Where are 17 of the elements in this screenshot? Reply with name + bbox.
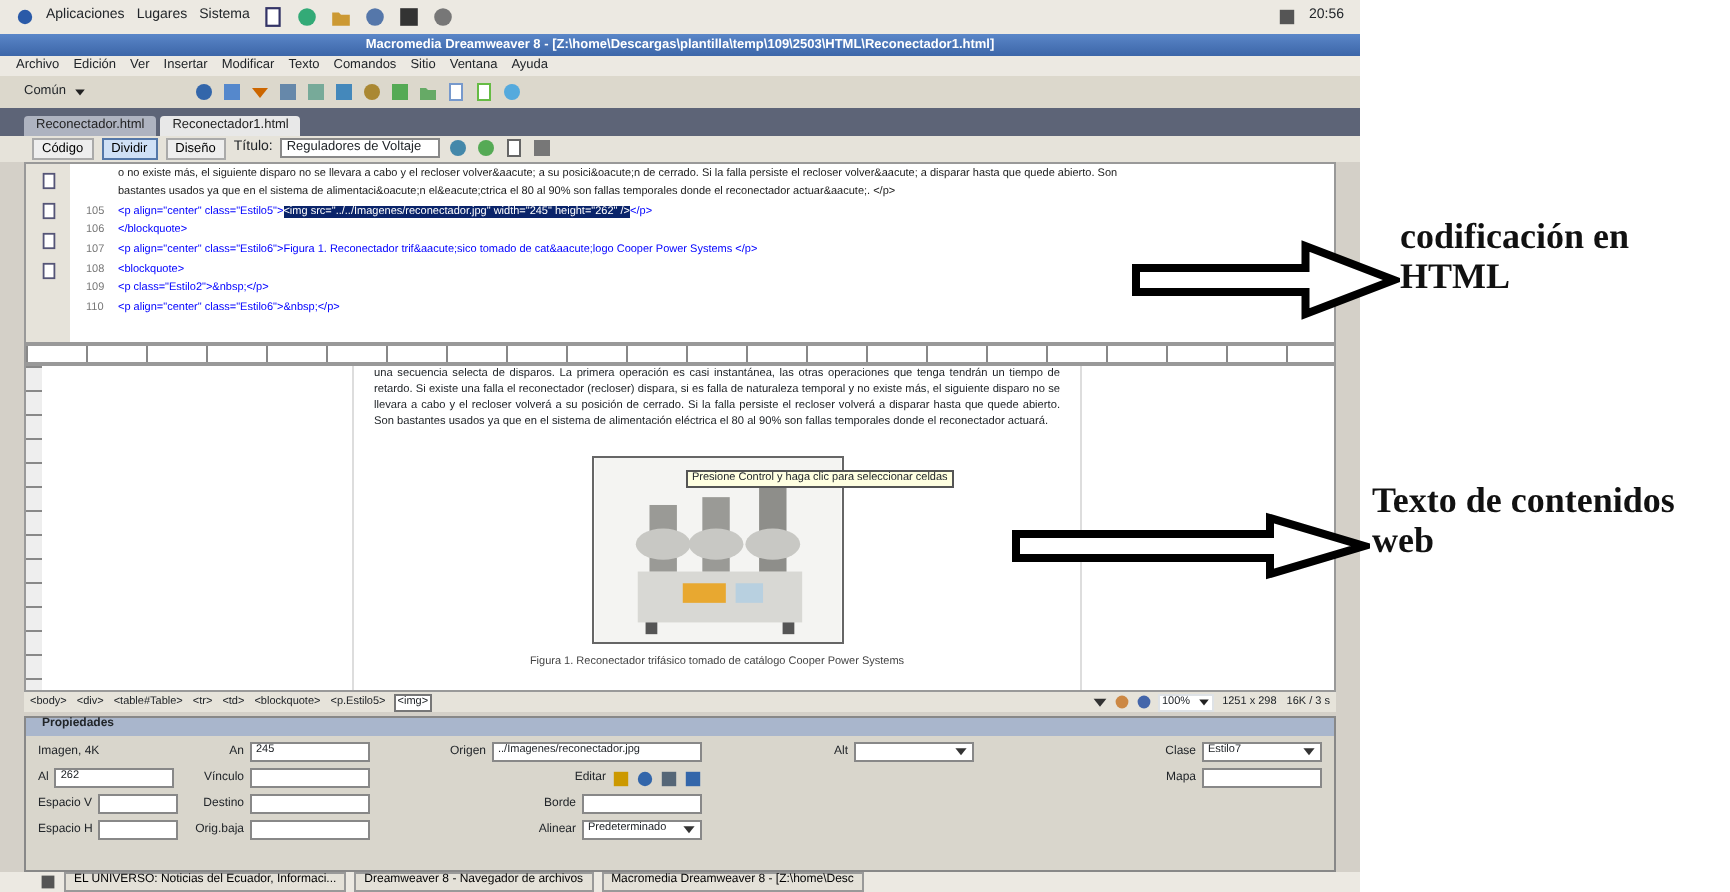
input-field[interactable] [98, 794, 178, 815]
input-field[interactable] [250, 794, 370, 815]
annotation: codificación en HTML [1400, 216, 1631, 296]
input-field[interactable] [250, 768, 370, 789]
document-icon[interactable] [504, 138, 525, 159]
caret-icon[interactable] [954, 744, 968, 759]
input-field[interactable] [1202, 768, 1322, 789]
input-field[interactable] [582, 794, 702, 815]
annotation: Texto de contenidos web [1372, 480, 1677, 560]
input-field[interactable] [98, 820, 178, 841]
document-icon[interactable] [39, 231, 57, 250]
document-icon[interactable] [261, 5, 284, 28]
input-field[interactable] [250, 820, 370, 841]
caret-icon[interactable] [682, 822, 696, 837]
caret-icon[interactable] [1302, 744, 1316, 759]
document-icon[interactable] [39, 171, 57, 190]
caret-icon[interactable] [73, 85, 86, 98]
